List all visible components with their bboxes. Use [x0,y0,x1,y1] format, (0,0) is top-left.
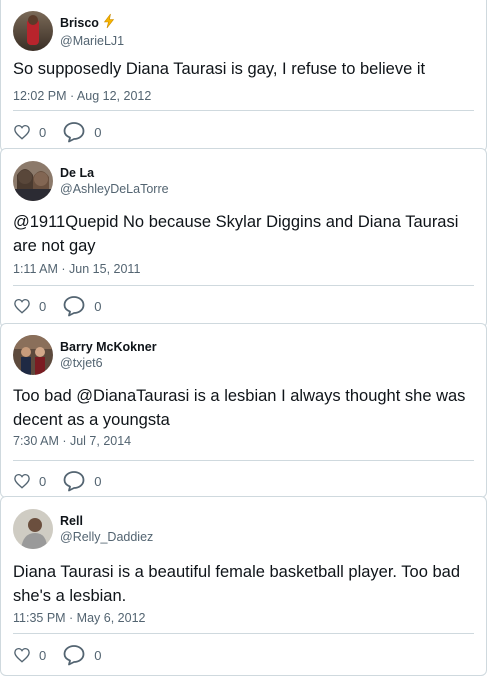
reply-button[interactable]: 0 [62,469,101,493]
like-count: 0 [39,473,47,489]
tweet-card[interactable]: Barry McKokner @txjet6 Too bad @DianaTau… [0,323,487,498]
tweet-feed: Brisco @MarieLJ1 So supposedly Diana Tau… [0,0,487,676]
reply-count: 0 [94,124,102,140]
tweet-timestamp[interactable]: 1:11 AM · Jun 15, 2011 [13,262,140,276]
display-name[interactable]: Barry McKokner [60,339,157,355]
speech-bubble-icon [62,294,86,318]
reply-button[interactable]: 0 [62,643,101,667]
user-names: Rell @Relly_Daddiez [60,513,153,545]
user-handle[interactable]: @AshleyDeLaTorre [60,181,169,197]
reply-count: 0 [94,647,102,663]
like-button[interactable]: 0 [13,472,46,490]
tweet-card[interactable]: Rell @Relly_Daddiez Diana Taurasi is a b… [0,496,487,676]
user-handle[interactable]: @txjet6 [60,355,157,371]
reply-button[interactable]: 0 [62,120,101,144]
reply-count: 0 [94,298,102,314]
display-name-text[interactable]: Brisco [60,15,99,31]
like-count: 0 [39,647,47,663]
avatar[interactable] [13,161,53,201]
tweet-text: So supposedly Diana Taurasi is gay, I re… [13,60,426,78]
tweet-card[interactable]: De La @AshleyDeLaTorre @1911Quepid No be… [0,148,487,328]
tweet-timestamp[interactable]: 12:02 PM · Aug 12, 2012 [13,89,151,103]
heart-icon [13,646,31,664]
avatar[interactable] [13,509,53,549]
avatar[interactable] [13,335,53,375]
reply-count: 0 [94,473,102,489]
heart-icon [13,123,31,141]
tweet-timestamp[interactable]: 7:30 AM · Jul 7, 2014 [13,434,131,448]
heart-icon [13,472,31,490]
tweet-card[interactable]: Brisco @MarieLJ1 So supposedly Diana Tau… [0,0,487,152]
display-name[interactable]: De La [60,165,169,181]
tweet-text: @1911Quepid No because Skylar Diggins an… [13,213,463,255]
display-name[interactable]: Rell [60,513,153,529]
user-handle[interactable]: @Relly_Daddiez [60,529,153,545]
tweet-header: Barry McKokner @txjet6 [13,335,157,375]
divider [13,110,474,111]
tweet-text: Too bad @DianaTaurasi is a lesbian I alw… [13,387,471,429]
divider [13,460,474,461]
like-count: 0 [39,124,47,140]
lightning-bolt-icon [101,13,117,33]
tweet-timestamp[interactable]: 11:35 PM · May 6, 2012 [13,611,145,625]
divider [13,633,474,634]
like-button[interactable]: 0 [13,123,46,141]
tweet-header: Brisco @MarieLJ1 [13,11,124,51]
divider [13,285,474,286]
tweet-header: De La @AshleyDeLaTorre [13,161,169,201]
tweet-actions: 0 0 [13,294,117,318]
avatar[interactable] [13,11,53,51]
speech-bubble-icon [62,120,86,144]
tweet-actions: 0 0 [13,643,117,667]
like-button[interactable]: 0 [13,646,46,664]
like-button[interactable]: 0 [13,297,46,315]
user-names: Barry McKokner @txjet6 [60,339,157,371]
tweet-text: Diana Taurasi is a beautiful female bask… [13,563,465,605]
user-names: De La @AshleyDeLaTorre [60,165,169,197]
speech-bubble-icon [62,469,86,493]
tweet-actions: 0 0 [13,120,117,144]
display-name[interactable]: Brisco [60,13,124,33]
reply-button[interactable]: 0 [62,294,101,318]
user-names: Brisco @MarieLJ1 [60,13,124,49]
like-count: 0 [39,298,47,314]
heart-icon [13,297,31,315]
speech-bubble-icon [62,643,86,667]
tweet-actions: 0 0 [13,469,117,493]
user-handle[interactable]: @MarieLJ1 [60,33,124,49]
tweet-header: Rell @Relly_Daddiez [13,509,153,549]
